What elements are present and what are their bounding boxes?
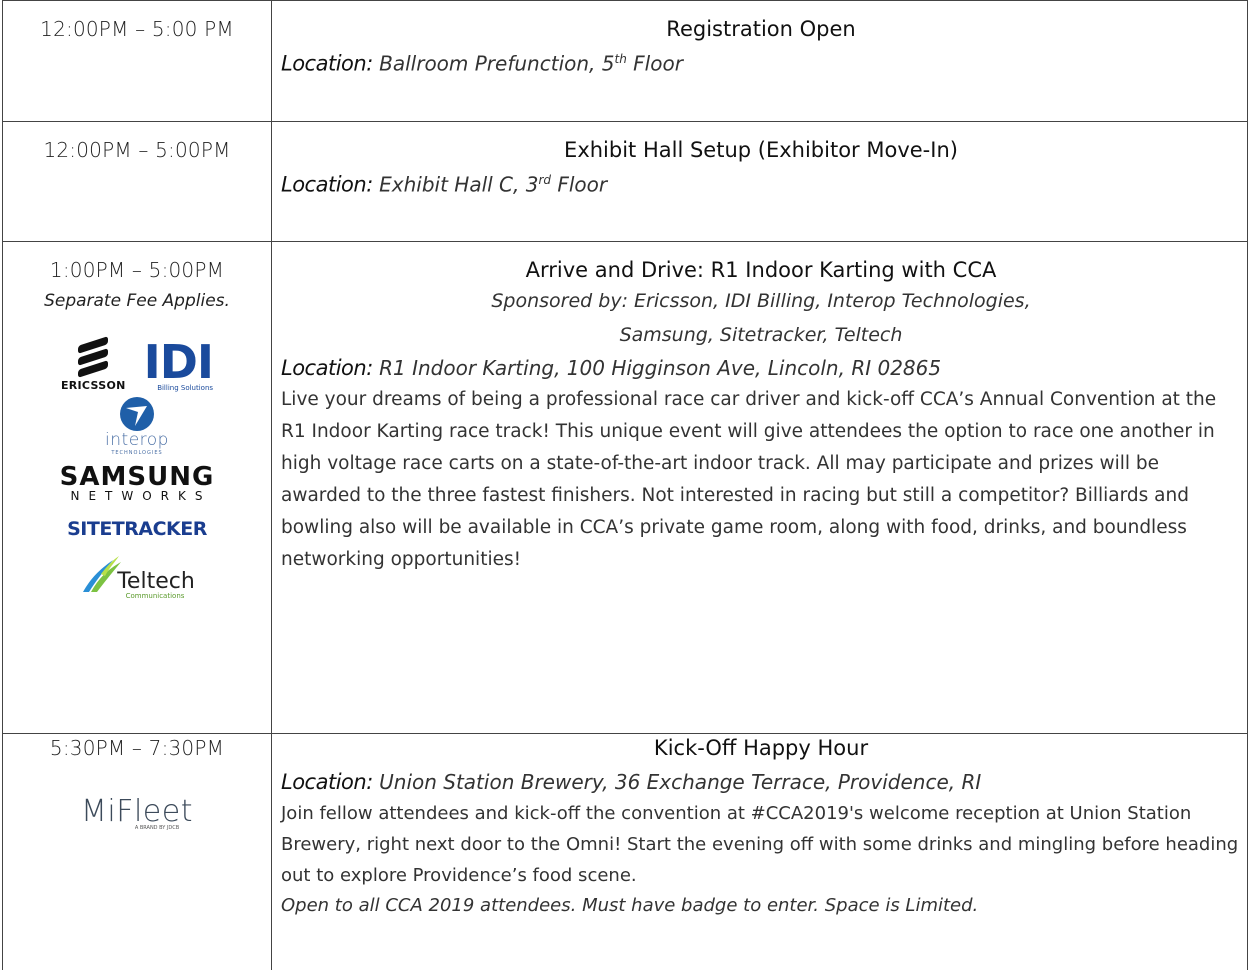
schedule-row-registration: 12:00PM – 5:00 PM Registration Open Loca… (2, 0, 1248, 122)
time-label: 1:00PM – 5:00PM (49, 258, 225, 282)
sitetracker-wordmark: SITETRACKER (67, 518, 207, 540)
time-cell: 12:00PM – 5:00 PM (2, 0, 272, 122)
event-cell: Kick-Off Happy Hour Location: Union Stat… (271, 733, 1248, 970)
event-title: Arrive and Drive: R1 Indoor Karting with… (525, 258, 997, 282)
schedule-table: 12:00PM – 5:00 PM Registration Open Loca… (2, 0, 1248, 970)
location-text: Exhibit Hall C, 3 (379, 172, 539, 197)
event-location: Location: Ballroom Prefunction, 5th Floo… (281, 43, 1241, 80)
interop-logo: interop TECHNOLOGIES (105, 396, 169, 456)
location-label: Location: (281, 770, 373, 794)
time-label: 12:00PM – 5:00 PM (40, 17, 234, 41)
location-label: Location: (281, 356, 373, 380)
event-title: Exhibit Hall Setup (Exhibitor Move-In) (564, 138, 958, 162)
teltech-row: Teltech (79, 554, 195, 594)
location-ordinal: rd (538, 173, 552, 187)
location-label: Location: (281, 51, 373, 76)
event-location: Location: Union Station Brewery, 36 Exch… (281, 766, 1241, 798)
samsung-wordmark: SAMSUNG (59, 462, 215, 492)
location-text: Union Station Brewery, 36 Exchange Terra… (379, 770, 982, 794)
time-label: 12:00PM – 5:00PM (43, 138, 231, 162)
schedule-row-karting: 1:00PM – 5:00PM Separate Fee Applies. ER… (2, 241, 1248, 734)
time-label: 5:30PM – 7:30PM (49, 736, 225, 760)
teltech-tagline: Communications (125, 592, 185, 600)
event-description: Join fellow attendees and kick-off the c… (281, 803, 1239, 886)
interop-mark-icon (120, 397, 154, 431)
interop-tagline: TECHNOLOGIES (111, 450, 163, 456)
event-title: Registration Open (666, 17, 856, 41)
event-cell: Arrive and Drive: R1 Indoor Karting with… (271, 241, 1248, 734)
ericsson-wordmark: ERICSSON (60, 379, 126, 392)
event-cell: Registration Open Location: Ballroom Pre… (271, 0, 1248, 122)
sitetracker-logo: SITETRACKER (67, 518, 207, 540)
location-label: Location: (281, 172, 373, 197)
sponsor-logos: ERICSSON IDI Billing Solutions interop T… (3, 335, 271, 600)
mifleet-tagline: A BRAND BY JDCB (134, 825, 180, 831)
logo-row-top: ERICSSON IDI Billing Solutions (60, 335, 214, 392)
event-note: Open to all CCA 2019 attendees. Must hav… (281, 895, 979, 916)
samsung-tagline: NETWORKS (70, 489, 212, 503)
ericsson-logo: ERICSSON (60, 336, 126, 392)
fee-note: Separate Fee Applies. (44, 291, 230, 311)
time-cell: 1:00PM – 5:00PM Separate Fee Applies. ER… (2, 241, 272, 734)
mifleet-wordmark: MiFleet (81, 794, 193, 829)
time-cell: 5:30PM – 7:30PM MiFleet A BRAND BY JDCB (2, 733, 272, 970)
sponsored-line-2: Samsung, Sitetracker, Teltech (619, 324, 903, 346)
event-location: Location: Exhibit Hall C, 3rd Floor (281, 164, 1241, 201)
event-title: Kick-Off Happy Hour (653, 736, 869, 760)
location-ordinal: th (614, 52, 627, 66)
idi-logo: IDI Billing Solutions (143, 335, 214, 392)
schedule-row-happy-hour: 5:30PM – 7:30PM MiFleet A BRAND BY JDCB … (2, 733, 1248, 970)
idi-wordmark: IDI (143, 335, 214, 389)
location-tail: Floor (557, 172, 608, 197)
event-description: Live your dreams of being a professional… (281, 389, 1217, 570)
event-location: Location: R1 Indoor Karting, 100 Higgins… (281, 352, 1241, 384)
ericsson-mark-icon (78, 336, 109, 378)
sponsored-line-1: Sponsored by: Ericsson, IDI Billing, Int… (491, 290, 1031, 312)
idi-tagline: Billing Solutions (157, 384, 214, 392)
interop-wordmark: interop (105, 430, 169, 450)
location-text: R1 Indoor Karting, 100 Higginson Ave, Li… (379, 356, 942, 380)
teltech-logo: Teltech Communications (79, 554, 195, 600)
time-cell: 12:00PM – 5:00PM (2, 121, 272, 242)
location-tail: Floor (633, 51, 683, 76)
location-text: Ballroom Prefunction, 5 (379, 51, 615, 76)
samsung-logo: SAMSUNG NETWORKS (60, 464, 215, 502)
schedule-row-exhibit-setup: 12:00PM – 5:00PM Exhibit Hall Setup (Exh… (2, 121, 1248, 242)
teltech-wordmark: Teltech (117, 569, 195, 594)
event-cell: Exhibit Hall Setup (Exhibitor Move-In) L… (271, 121, 1248, 242)
mifleet-logo: MiFleet A BRAND BY JDCB (3, 794, 271, 831)
